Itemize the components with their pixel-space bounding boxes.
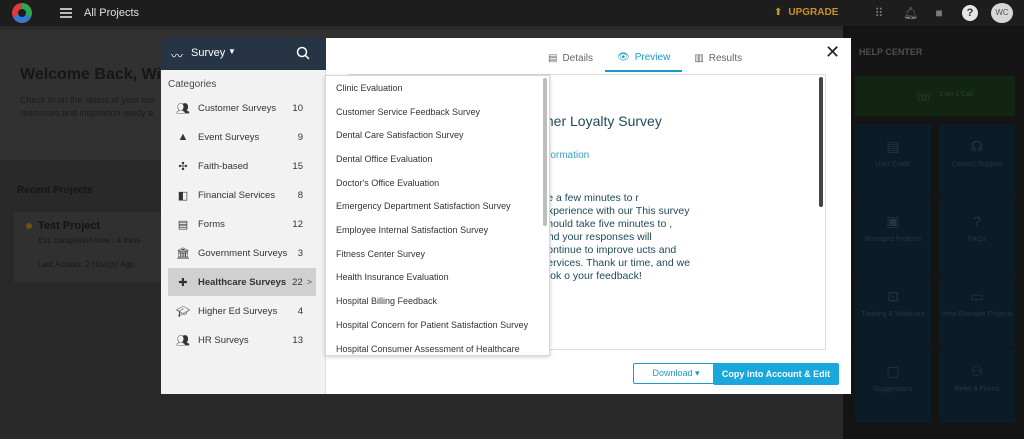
- document-icon: ▤: [548, 53, 558, 64]
- trend-icon: 〰: [171, 49, 184, 63]
- chevron-right-icon: >: [306, 277, 312, 287]
- list-item[interactable]: Hospital Concern for Patient Satisfactio…: [336, 320, 528, 330]
- list-item[interactable]: Hospital Consumer Assessment of Healthca…: [336, 344, 520, 354]
- help-question-icon[interactable]: ?: [962, 5, 978, 21]
- view-tabs: ▤ Details 👁︎ Preview ▥ Results: [536, 52, 754, 72]
- category-government-surveys[interactable]: 🏛︎ Government Surveys 3: [168, 239, 316, 267]
- user-add-icon: 👥︎: [176, 334, 190, 347]
- healthcare-survey-list: Clinic Evaluation Customer Service Feedb…: [325, 75, 550, 356]
- category-hr-surveys[interactable]: 👥︎ HR Surveys 13: [168, 326, 316, 354]
- wallet-icon: ◧: [177, 189, 189, 202]
- upgrade-button[interactable]: ⬆ UPGRADE: [774, 7, 838, 18]
- list-item[interactable]: Dental Care Satisfaction Survey: [336, 130, 464, 140]
- avatar[interactable]: WC: [991, 3, 1013, 23]
- bell-icon[interactable]: 🔔︎: [903, 6, 918, 20]
- list-item[interactable]: Doctor's Office Evaluation: [336, 178, 439, 188]
- category-forms[interactable]: ▤ Forms 12: [168, 210, 316, 238]
- categories-title: Categories: [168, 79, 217, 90]
- search-icon[interactable]: [296, 46, 310, 60]
- list-item[interactable]: Hospital Billing Feedback: [336, 296, 437, 306]
- category-sidebar: 〰 Survey ▼ Categories 👥︎ Customer Surveys…: [161, 38, 326, 394]
- bandage-icon: ✚: [178, 276, 188, 289]
- download-button[interactable]: Download ▾: [633, 363, 719, 384]
- list-item[interactable]: Dental Office Evaluation: [336, 154, 432, 164]
- preview-scrollbar[interactable]: [819, 77, 823, 207]
- page-title: All Projects: [84, 7, 140, 19]
- list-scrollbar[interactable]: [543, 78, 547, 226]
- category-customer-surveys[interactable]: 👥︎ Customer Surveys 10: [168, 94, 316, 122]
- survey-type-dropdown[interactable]: Survey: [191, 47, 225, 59]
- menu-icon[interactable]: [60, 8, 72, 18]
- copy-into-account-button[interactable]: Copy into Account & Edit: [713, 363, 839, 385]
- app-logo-icon[interactable]: [10, 2, 34, 24]
- graduation-cap-icon: 🎓︎: [176, 305, 190, 318]
- list-item[interactable]: Employee Internal Satisfaction Survey: [336, 225, 488, 235]
- faith-icon: ✣: [178, 160, 188, 173]
- tab-details[interactable]: ▤ Details: [536, 52, 605, 72]
- list-item[interactable]: Health Insurance Evaluation: [336, 272, 449, 282]
- users-icon: 👥︎: [176, 102, 190, 115]
- list-item[interactable]: Fitness Center Survey: [336, 249, 425, 259]
- eye-icon: 👁︎: [617, 52, 630, 63]
- preview-intro-text: ke a few minutes to r experience with ou…: [542, 192, 691, 282]
- category-financial-services[interactable]: ◧ Financial Services 8: [168, 181, 316, 209]
- category-healthcare-surveys[interactable]: ✚ Healthcare Surveys 22 >: [168, 268, 316, 296]
- list-item[interactable]: Customer Service Feedback Survey: [336, 107, 480, 117]
- survey-type-header: 〰 Survey ▼: [161, 38, 326, 70]
- category-faith-based[interactable]: ✣ Faith-based 15: [168, 152, 316, 180]
- category-event-surveys[interactable]: ▲ Event Surveys 9: [168, 123, 316, 151]
- form-icon: ▤: [177, 218, 189, 231]
- upgrade-arrow-icon: ⬆: [774, 7, 783, 18]
- cake-icon: ▲: [177, 131, 189, 143]
- video-icon[interactable]: ■: [932, 6, 946, 20]
- bank-icon: 🏛︎: [176, 247, 190, 260]
- preview-survey-title: mer Loyalty Survey: [542, 113, 662, 129]
- top-bar: All Projects ⬆ UPGRADE ⠿ 🔔︎ ■ ? WC: [0, 0, 1024, 26]
- bar-chart-icon: ▥: [694, 53, 704, 64]
- tab-results[interactable]: ▥ Results: [682, 52, 754, 72]
- close-icon[interactable]: ✕: [825, 42, 840, 63]
- list-item[interactable]: Clinic Evaluation: [336, 83, 403, 93]
- caret-down-icon[interactable]: ▼: [228, 47, 236, 56]
- apps-grid-icon[interactable]: ⠿: [872, 6, 886, 20]
- category-higher-ed-surveys[interactable]: 🎓︎ Higher Ed Surveys 4: [168, 297, 316, 325]
- tab-preview[interactable]: 👁︎ Preview: [605, 52, 683, 72]
- list-item[interactable]: Emergency Department Satisfaction Survey: [336, 201, 511, 211]
